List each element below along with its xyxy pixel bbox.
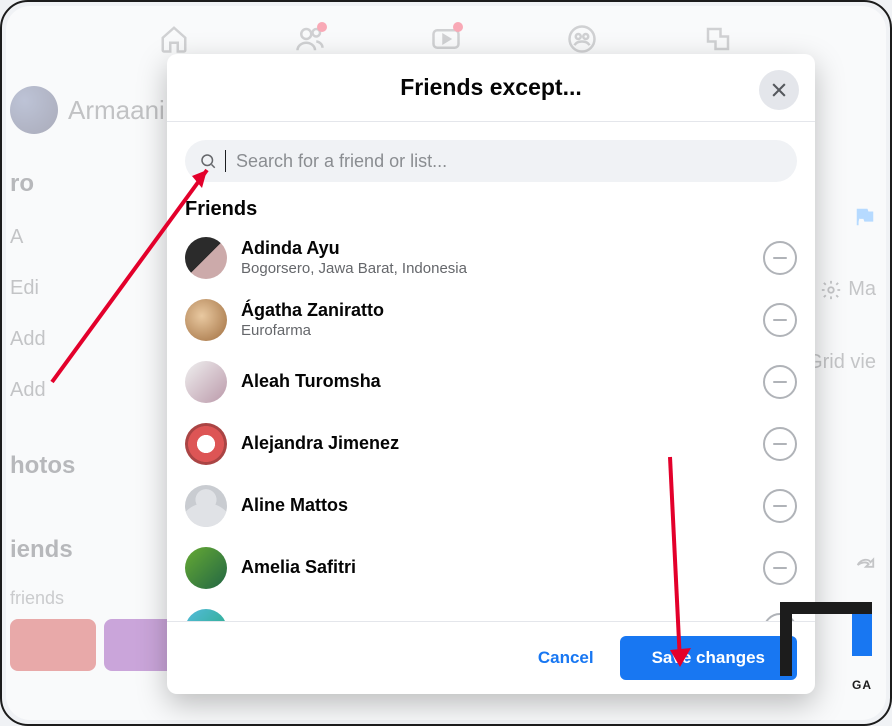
friend-text: Amelia Safitri (241, 557, 749, 579)
modal-title: Friends except... (400, 74, 582, 101)
friend-row[interactable]: Adinda AyuBogorsero, Jawa Barat, Indones… (185, 227, 797, 289)
flag-icon[interactable] (854, 206, 876, 228)
search-field[interactable] (185, 140, 797, 182)
notification-dot-icon (453, 22, 463, 32)
friend-row[interactable]: Amelia Safitri (185, 537, 797, 599)
close-icon (769, 80, 789, 100)
notification-dot-icon (317, 22, 327, 32)
friend-name-label: Adinda Ayu (241, 238, 749, 260)
friend-avatar[interactable] (185, 423, 227, 465)
friend-text: Aline Mattos (241, 495, 749, 517)
friend-text: Adinda AyuBogorsero, Jawa Barat, Indones… (241, 238, 749, 278)
friend-name-label: Aline Mattos (241, 495, 749, 517)
friend-avatar[interactable] (185, 547, 227, 589)
friend-text: Aleah Turomsha (241, 371, 749, 393)
share-icon[interactable] (854, 554, 876, 576)
search-input[interactable] (236, 151, 783, 172)
text-cursor (225, 150, 226, 172)
friends-section-title: Friends (167, 192, 815, 227)
friend-avatar[interactable] (185, 299, 227, 341)
friend-avatar[interactable] (185, 237, 227, 279)
friend-row[interactable]: Ágatha ZanirattoEurofarma (185, 289, 797, 351)
exclude-friend-button[interactable] (763, 303, 797, 337)
friend-row[interactable]: Ana Flávia Bessa (185, 599, 797, 621)
friend-name-label: Aleah Turomsha (241, 371, 749, 393)
friends-except-modal: Friends except... Friends Adinda AyuBogo… (167, 54, 815, 694)
exclude-friend-button[interactable] (763, 427, 797, 461)
modal-header: Friends except... (167, 54, 815, 122)
modal-footer: Cancel Save changes (167, 621, 815, 694)
watermark: GA (780, 602, 872, 676)
search-container (167, 122, 815, 192)
friend-subtitle-label: Eurofarma (241, 322, 749, 340)
friend-avatar[interactable] (185, 485, 227, 527)
friend-row[interactable]: Aleah Turomsha (185, 351, 797, 413)
close-button[interactable] (759, 70, 799, 110)
exclude-friend-button[interactable] (763, 241, 797, 275)
save-changes-button[interactable]: Save changes (620, 636, 797, 680)
photo-thumb[interactable] (10, 619, 96, 671)
friend-avatar[interactable] (185, 609, 227, 621)
friend-row[interactable]: Aline Mattos (185, 475, 797, 537)
profile-avatar[interactable] (10, 86, 58, 134)
friend-text: Alejandra Jimenez (241, 433, 749, 455)
friend-avatar[interactable] (185, 361, 227, 403)
friend-name-label: Ágatha Zaniratto (241, 300, 749, 322)
exclude-friend-button[interactable] (763, 365, 797, 399)
friend-text: Ágatha ZanirattoEurofarma (241, 300, 749, 340)
search-icon (199, 152, 217, 170)
exclude-friend-button[interactable] (763, 551, 797, 585)
friends-list: Adinda AyuBogorsero, Jawa Barat, Indones… (167, 227, 815, 621)
exclude-friend-button[interactable] (763, 489, 797, 523)
cancel-button[interactable]: Cancel (530, 638, 602, 678)
friend-subtitle-label: Bogorsero, Jawa Barat, Indonesia (241, 260, 749, 278)
friend-row[interactable]: Alejandra Jimenez (185, 413, 797, 475)
friend-name-label: Alejandra Jimenez (241, 433, 749, 455)
friend-name-label: Amelia Safitri (241, 557, 749, 579)
manage-button[interactable]: Ma (820, 278, 876, 301)
